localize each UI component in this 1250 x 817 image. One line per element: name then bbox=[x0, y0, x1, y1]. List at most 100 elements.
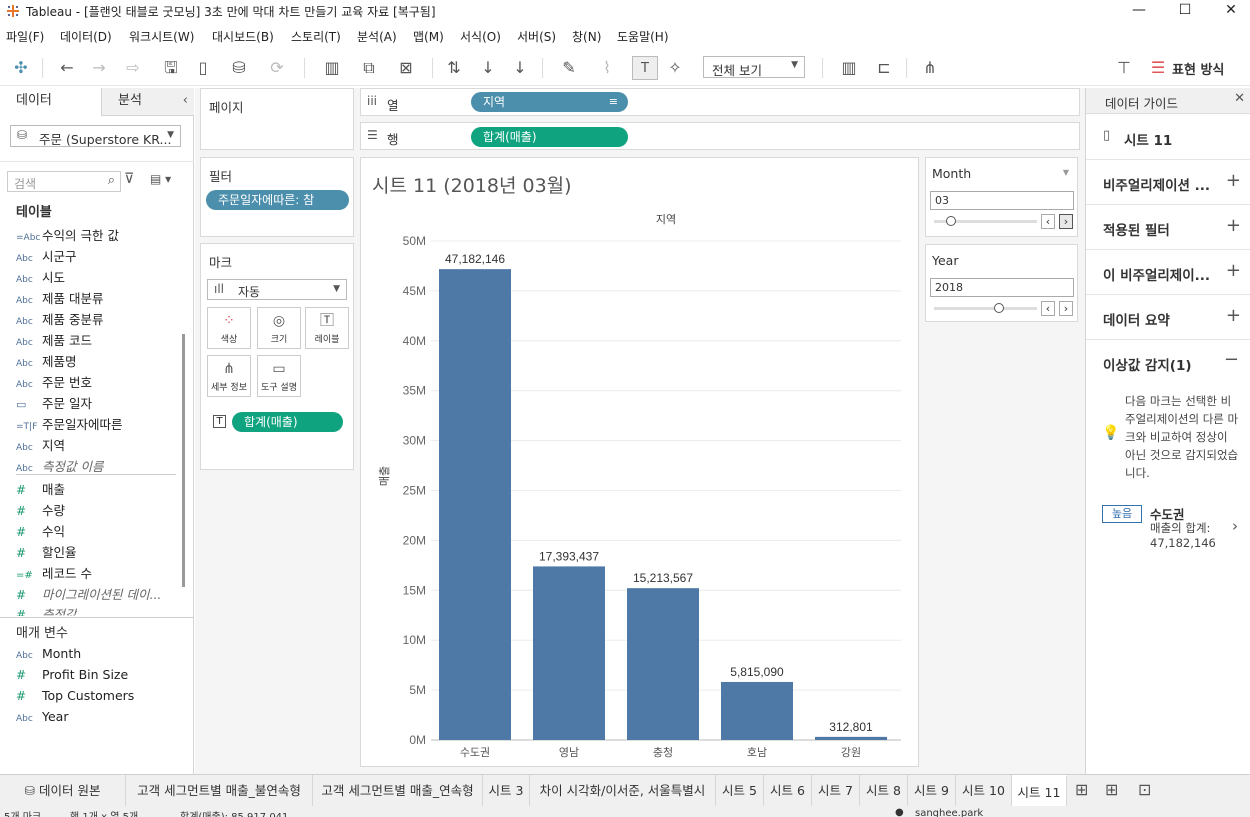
parameter-item[interactable]: # Top Customers bbox=[16, 688, 134, 708]
guide-section-filters[interactable]: 적용된 필터 + bbox=[1086, 205, 1250, 250]
tab-sheet[interactable]: 시트 9 bbox=[908, 775, 956, 806]
tableau-home-icon[interactable]: ✣ bbox=[10, 56, 32, 80]
save-icon[interactable]: 🖫 bbox=[160, 56, 182, 80]
format-painter-icon[interactable]: ⊤ bbox=[1112, 56, 1136, 80]
field-item[interactable]: =Abc 수익의 극한 값 bbox=[16, 225, 119, 245]
columns-pill[interactable]: 지역 ≡ bbox=[471, 92, 628, 112]
new-datasource-icon[interactable]: ▯ bbox=[192, 56, 214, 80]
tab-sheet[interactable]: 시트 5 bbox=[716, 775, 764, 806]
field-item[interactable]: Abc 지역 bbox=[16, 435, 65, 455]
detail-button[interactable]: ⋔ 세부 정보 bbox=[207, 355, 251, 397]
guide-section-visualization[interactable]: 비주얼리제이션 ... + bbox=[1086, 160, 1250, 205]
field-item[interactable]: Abc 주문 번호 bbox=[16, 372, 92, 392]
collapse-icon[interactable]: ‹ bbox=[183, 88, 188, 114]
clear-sheet-icon[interactable]: ⊠ bbox=[388, 56, 424, 80]
field-item[interactable]: Abc 시군구 bbox=[16, 246, 77, 266]
next-icon[interactable]: › bbox=[1059, 301, 1073, 316]
menu-worksheet[interactable]: 워크시트(W) bbox=[129, 28, 194, 45]
size-button[interactable]: ◎ 크기 bbox=[257, 307, 301, 349]
maximize-button[interactable]: ☐ bbox=[1162, 0, 1208, 22]
share-icon[interactable]: ⋔ bbox=[918, 56, 942, 80]
field-search-input[interactable]: 검색 ⌕ bbox=[7, 171, 121, 192]
tab-sheet[interactable]: 고객 세그먼트별 매출_연속형 bbox=[313, 775, 483, 806]
menu-story[interactable]: 스토리(T) bbox=[291, 28, 341, 45]
filters-card[interactable]: 필터 주문일자에따른: 참 bbox=[200, 157, 354, 237]
mark-type-select[interactable]: ıll 자동 ▼ bbox=[207, 279, 347, 300]
tab-sheet[interactable]: 차이 시각화/이서준, 서울특별시 bbox=[530, 775, 716, 806]
scrollbar-thumb[interactable] bbox=[182, 334, 185, 587]
measure-item[interactable]: # 할인율 bbox=[16, 542, 77, 562]
view-select[interactable]: 전체 보기 ▼ bbox=[703, 56, 805, 78]
tab-sheet[interactable]: 시트 8 bbox=[860, 775, 908, 806]
rows-pill[interactable]: 합계(매출) bbox=[471, 127, 628, 147]
field-item[interactable]: Abc 제품명 bbox=[16, 351, 77, 371]
year-slider-track[interactable] bbox=[934, 307, 1037, 310]
view-options-icon[interactable]: ▤ ▾ bbox=[150, 172, 171, 186]
group-icon[interactable]: ⌇ bbox=[592, 56, 622, 80]
next-icon[interactable]: › bbox=[1059, 214, 1073, 229]
menu-file[interactable]: 파일(F) bbox=[6, 28, 44, 45]
measure-item[interactable]: =# 레코드 수 bbox=[16, 563, 92, 583]
tab-data[interactable]: 데이터 bbox=[0, 88, 101, 116]
mark-label-pill[interactable]: 합계(매출) bbox=[232, 412, 343, 432]
parameter-item[interactable]: Abc Year bbox=[16, 709, 68, 729]
measure-item[interactable]: # 마이그레이션된 데이... bbox=[16, 584, 161, 604]
menu-dashboard[interactable]: 대시보드(B) bbox=[212, 28, 274, 45]
month-input[interactable]: 03 bbox=[930, 191, 1074, 210]
guide-section-summary[interactable]: 데이터 요약 + bbox=[1086, 295, 1250, 340]
redo-icon[interactable]: → bbox=[88, 56, 110, 80]
chevron-right-icon[interactable]: › bbox=[1232, 517, 1238, 535]
swap-icon[interactable]: ⇅ bbox=[442, 56, 466, 80]
tab-sheet[interactable]: 시트 6 bbox=[764, 775, 812, 806]
month-slider-handle[interactable] bbox=[946, 216, 956, 226]
status-user[interactable]: sanghee.park bbox=[915, 808, 983, 817]
menu-server[interactable]: 서버(S) bbox=[517, 28, 556, 45]
datasource-icon[interactable]: ⛁ bbox=[222, 56, 256, 80]
menu-format[interactable]: 서식(O) bbox=[460, 28, 501, 45]
new-story-icon[interactable]: ⊡ bbox=[1138, 780, 1151, 799]
close-button[interactable]: ✕ bbox=[1208, 0, 1250, 22]
guide-section-outliers[interactable]: 이상값 감지(1) − bbox=[1086, 340, 1250, 385]
new-worksheet-icon[interactable]: ▥ bbox=[314, 56, 350, 80]
year-input[interactable]: 2018 bbox=[930, 278, 1074, 297]
field-item[interactable]: Abc 시도 bbox=[16, 267, 65, 287]
columns-shelf[interactable]: iii 열 지역 ≡ bbox=[360, 88, 1080, 116]
tab-sheet-active[interactable]: 시트 11 bbox=[1012, 775, 1067, 806]
field-item[interactable]: Abc 제품 대분류 bbox=[16, 288, 103, 308]
show-me-icon[interactable]: ☰ bbox=[1148, 56, 1168, 80]
datasource-select[interactable]: ⛁ 주문 (Superstore KR... ▼ bbox=[10, 125, 181, 147]
field-item[interactable]: Abc 측정값 이름 bbox=[16, 456, 103, 476]
tab-analysis[interactable]: 분석 ‹ bbox=[101, 88, 194, 116]
menu-data[interactable]: 데이터(D) bbox=[60, 28, 112, 45]
sort-ascending-icon[interactable]: ↓ bbox=[476, 56, 500, 80]
tab-sheet[interactable]: 고객 세그먼트별 매출_불연속형 bbox=[126, 775, 313, 806]
measure-item[interactable]: # 측정값 bbox=[16, 604, 77, 616]
label-button[interactable]: 🅃 레이블 bbox=[305, 307, 349, 349]
undo-icon[interactable]: ← bbox=[56, 56, 78, 80]
refresh-icon[interactable]: ⟳ bbox=[262, 56, 292, 80]
highlight-icon[interactable]: ✎ bbox=[554, 56, 584, 80]
field-item[interactable]: Abc 제품 코드 bbox=[16, 330, 92, 350]
replay-icon[interactable]: ⇨ bbox=[118, 56, 148, 80]
close-icon[interactable]: ✕ bbox=[1234, 91, 1245, 106]
chevron-down-icon[interactable]: ▼ bbox=[1063, 168, 1069, 177]
minimize-button[interactable]: — bbox=[1116, 0, 1162, 22]
presentation-icon[interactable]: ⊏ bbox=[872, 56, 896, 80]
menu-window[interactable]: 창(N) bbox=[572, 28, 601, 45]
sort-descending-icon[interactable]: ↓ bbox=[508, 56, 532, 80]
tab-datasource[interactable]: ⛁ 데이터 원본 bbox=[0, 775, 126, 806]
color-button[interactable]: ⁘ 색상 bbox=[207, 307, 251, 349]
filter-icon[interactable]: ⊽ bbox=[124, 171, 134, 187]
year-slider-handle[interactable] bbox=[994, 303, 1004, 313]
guide-section-this-viz[interactable]: 이 비주얼리제이... + bbox=[1086, 250, 1250, 295]
field-item[interactable]: ▭ 주문 일자 bbox=[16, 393, 92, 413]
tab-sheet[interactable]: 시트 3 bbox=[483, 775, 530, 806]
tab-sheet[interactable]: 시트 10 bbox=[956, 775, 1012, 806]
measure-item[interactable]: # 매출 bbox=[16, 479, 65, 499]
previous-icon[interactable]: ‹ bbox=[1041, 301, 1055, 316]
field-item[interactable]: Abc 제품 중분류 bbox=[16, 309, 103, 329]
show-me-button[interactable]: 표현 방식 bbox=[1172, 59, 1224, 78]
pages-card[interactable]: 페이지 bbox=[200, 88, 354, 150]
new-worksheet-icon[interactable]: ⊞ bbox=[1075, 780, 1088, 799]
filter-pill[interactable]: 주문일자에따른: 참 bbox=[206, 190, 349, 210]
